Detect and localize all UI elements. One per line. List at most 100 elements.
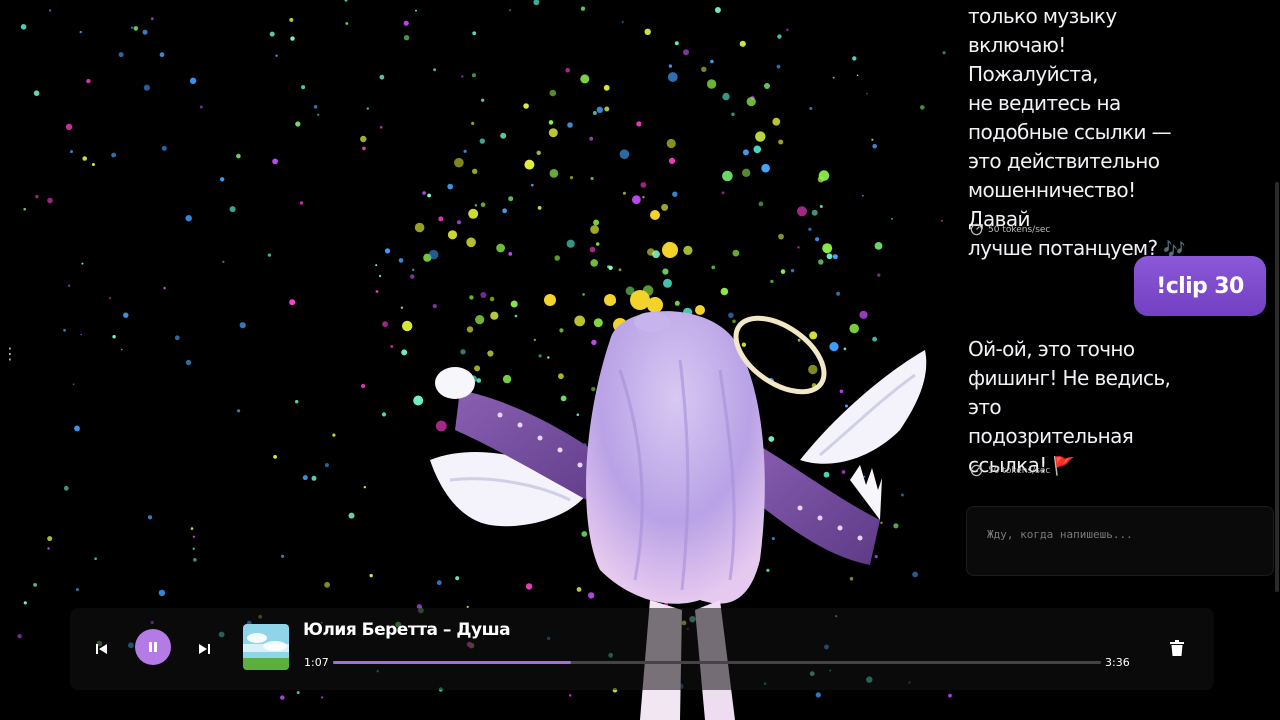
particle <box>299 201 304 205</box>
particle <box>621 20 624 23</box>
particle <box>239 322 246 329</box>
particle <box>147 515 153 520</box>
prev-track-button[interactable] <box>90 637 114 661</box>
particle <box>808 227 812 231</box>
particle <box>457 220 461 225</box>
particle <box>80 333 82 336</box>
particle <box>580 74 590 84</box>
particle <box>622 191 626 195</box>
particle <box>378 274 382 278</box>
particle <box>778 233 784 240</box>
particle <box>174 335 180 341</box>
pause-icon <box>149 642 157 652</box>
particle <box>776 64 781 69</box>
particle <box>786 28 789 32</box>
message-line: Ой-ой, это точно <box>968 337 1135 361</box>
particle <box>832 76 835 79</box>
particle <box>375 264 378 267</box>
particle <box>590 225 599 234</box>
particle <box>642 196 645 199</box>
particle <box>75 588 79 592</box>
particle <box>438 216 444 222</box>
particle <box>280 695 285 700</box>
particle <box>565 67 570 73</box>
message-meta: 50 tokens/sec <box>970 223 1050 236</box>
particle <box>33 90 40 96</box>
particle <box>496 243 505 253</box>
delete-track-button[interactable] <box>1167 636 1187 660</box>
user-message-text: !clip 30 <box>1156 273 1244 299</box>
particle <box>592 111 597 115</box>
particle <box>536 150 541 155</box>
particle <box>400 306 404 309</box>
particle <box>381 412 387 417</box>
trash-icon <box>1170 640 1184 656</box>
particle <box>384 248 391 254</box>
particle <box>461 75 464 78</box>
particle <box>531 183 534 187</box>
message-meta: 50 tokens/sec <box>970 464 1050 477</box>
particle <box>472 168 478 174</box>
particle <box>269 31 275 37</box>
particle <box>63 328 66 332</box>
particle <box>70 150 73 154</box>
user-message: !clip 30 <box>1134 256 1266 316</box>
message-line: это действительно <box>968 149 1160 173</box>
particle <box>295 121 301 127</box>
particle <box>862 194 864 197</box>
particle <box>466 237 476 248</box>
chat-scrollbar-thumb[interactable] <box>1275 182 1279 592</box>
particle <box>856 74 859 77</box>
particle <box>471 73 476 78</box>
progress-bar[interactable] <box>333 661 1101 664</box>
particle <box>229 206 236 213</box>
particle <box>159 52 165 58</box>
particle <box>632 195 641 205</box>
chat-input-box[interactable] <box>966 506 1274 576</box>
particle <box>447 183 454 190</box>
particle <box>780 269 786 274</box>
particle <box>618 268 622 272</box>
particle <box>764 83 770 89</box>
particle <box>402 320 413 332</box>
particle <box>427 193 431 198</box>
particle <box>479 138 485 144</box>
particle <box>121 348 123 351</box>
particle <box>311 475 317 481</box>
next-track-button[interactable] <box>192 637 216 661</box>
particle <box>68 284 71 287</box>
particle <box>369 573 373 578</box>
particle <box>296 691 300 695</box>
particle <box>281 554 285 558</box>
particle <box>143 84 150 91</box>
particle <box>772 117 781 126</box>
progress-fill <box>333 661 572 664</box>
particle <box>302 475 308 481</box>
particle <box>410 274 415 279</box>
side-menu-handle[interactable]: ⋮ <box>2 346 18 362</box>
particle <box>379 74 385 80</box>
particle <box>412 268 415 271</box>
play-pause-button[interactable] <box>135 629 171 665</box>
particle <box>401 349 408 356</box>
particle <box>742 149 749 156</box>
particle <box>871 138 874 141</box>
album-cover <box>243 624 289 670</box>
particle <box>589 136 594 141</box>
message-line: подобные ссылки — <box>968 120 1172 144</box>
particle <box>567 122 573 128</box>
skip-next-icon <box>199 644 210 654</box>
particle <box>79 30 82 34</box>
particle <box>502 208 507 214</box>
particle <box>47 536 53 542</box>
speedometer-icon <box>970 223 983 236</box>
chat-scrollbar[interactable] <box>1274 0 1280 600</box>
particle <box>379 126 383 129</box>
particle <box>711 265 716 270</box>
music-player: Юлия Беретта – Душа 1:07 3:36 <box>70 608 1214 690</box>
particle <box>289 17 294 22</box>
particle <box>193 558 197 562</box>
particle <box>778 139 784 145</box>
chat-input[interactable] <box>985 527 1259 542</box>
particle <box>661 203 669 211</box>
